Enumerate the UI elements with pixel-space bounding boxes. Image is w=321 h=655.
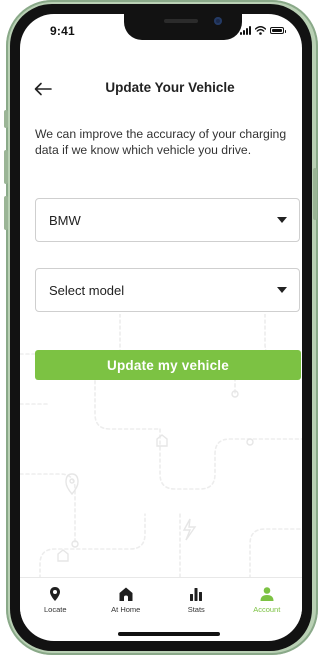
- tab-locate[interactable]: Locate: [20, 578, 91, 624]
- tab-label: Stats: [187, 605, 205, 614]
- app-screen: 9:41 Update Your Vehicle We can improve …: [20, 14, 302, 641]
- tab-at-home[interactable]: At Home: [91, 578, 162, 624]
- vehicle-make-value: BMW: [49, 213, 81, 228]
- tab-label: Locate: [43, 605, 67, 614]
- vehicle-model-select[interactable]: Select model: [35, 268, 300, 312]
- wifi-icon: [255, 26, 266, 35]
- status-icons: [240, 26, 286, 35]
- description-text: We can improve the accuracy of your char…: [35, 127, 287, 157]
- tab-account[interactable]: Account: [232, 578, 303, 624]
- screenshot-stage: 9:41 Update Your Vehicle We can improve …: [0, 0, 321, 655]
- tab-label: Account: [253, 605, 281, 614]
- cellular-signal-icon: [240, 26, 251, 35]
- caret-down-icon: [277, 287, 287, 293]
- side-button-mute: [4, 110, 8, 128]
- vehicle-make-select[interactable]: BMW: [35, 198, 300, 242]
- notch: [124, 14, 242, 40]
- side-button-power: [313, 168, 317, 220]
- bottom-tab-bar: Locate At Home Stats Account: [20, 577, 302, 624]
- tab-label: At Home: [111, 605, 141, 614]
- vehicle-model-value: Select model: [49, 283, 125, 298]
- side-button-volume-up: [4, 150, 8, 184]
- update-vehicle-button[interactable]: Update my vehicle: [35, 350, 301, 380]
- battery-icon: [270, 27, 286, 34]
- header: Update Your Vehicle: [20, 74, 302, 104]
- speaker-grille: [164, 19, 198, 23]
- location-pin-icon: [50, 587, 61, 601]
- page-title: Update Your Vehicle: [105, 80, 235, 95]
- caret-down-icon: [277, 217, 287, 223]
- front-camera: [214, 17, 222, 25]
- user-icon: [260, 587, 274, 601]
- status-time: 9:41: [50, 24, 75, 38]
- home-icon: [119, 587, 133, 601]
- tab-stats[interactable]: Stats: [161, 578, 232, 624]
- home-indicator: [118, 632, 220, 636]
- bar-chart-icon: [190, 588, 203, 601]
- side-button-volume-down: [4, 196, 8, 230]
